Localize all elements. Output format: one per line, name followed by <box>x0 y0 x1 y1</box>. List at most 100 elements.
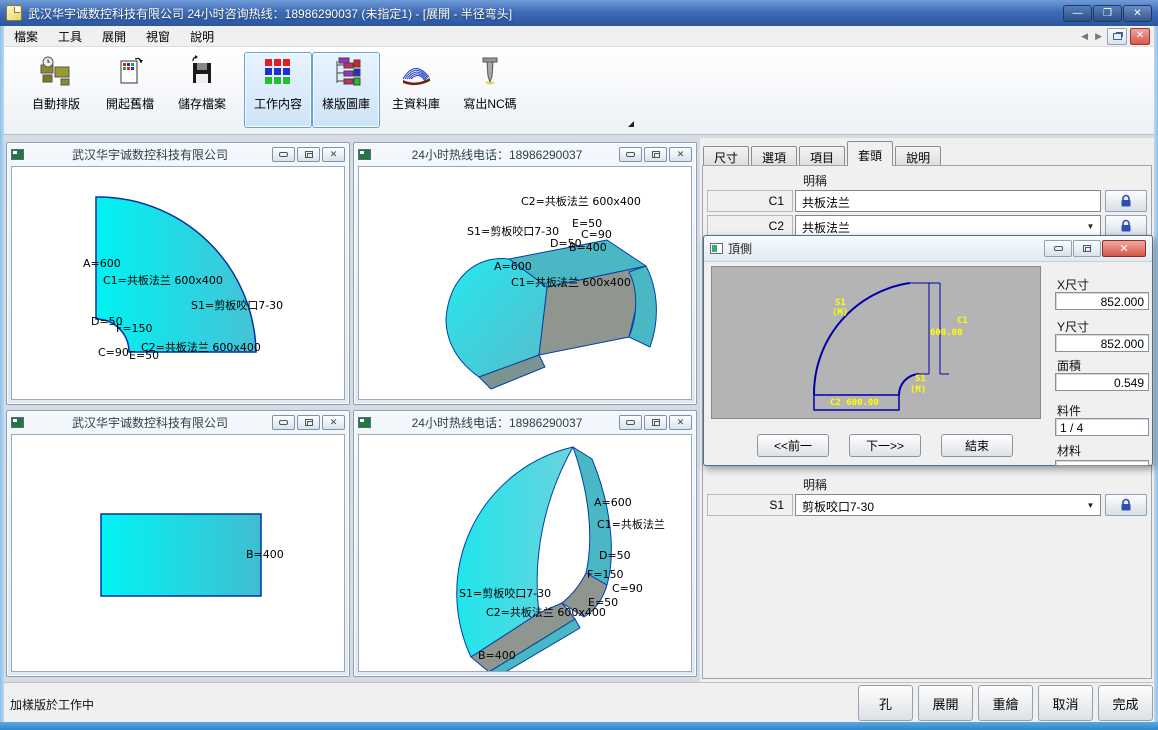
toolbar-main-database-button[interactable]: 主資料庫 <box>382 52 450 128</box>
dialog-maximize-button[interactable] <box>1073 240 1101 257</box>
close-icon: ✕ <box>1136 31 1144 41</box>
chevron-down-icon[interactable]: ▼ <box>1083 216 1098 236</box>
part-label: 料件 <box>1057 402 1081 419</box>
child-title-bar[interactable]: 武汉华宇诚数控科技有限公司 ✕ <box>7 411 349 433</box>
child-close-button[interactable]: ✕ <box>669 147 692 162</box>
toolbar-open-file-button[interactable]: 開起舊檔 <box>96 52 164 128</box>
tab-notes[interactable]: 說明 <box>895 146 941 166</box>
dialog-icon <box>710 243 723 254</box>
tab-options[interactable]: 選項 <box>751 146 797 166</box>
toolbar-label: 開起舊檔 <box>106 95 154 112</box>
dim-label: B=400 <box>569 241 607 254</box>
menu-unfold[interactable]: 展開 <box>92 25 136 48</box>
toolbar-overflow-icon[interactable] <box>628 121 634 127</box>
child-minimize-button[interactable] <box>619 415 642 430</box>
drawing-canvas[interactable]: A=600 C1=共板法兰 D=50 F=150 C=90 S1=剪板咬口7-3… <box>358 434 692 672</box>
dim-label: F=150 <box>116 322 153 335</box>
child-window-3d-tilted[interactable]: 24小时热线电话：18986290037 ✕ <box>353 142 697 405</box>
mdi-restore-button[interactable] <box>1107 28 1127 45</box>
drawing-canvas[interactable]: C2=共板法兰 600x400 S1=剪板咬口7-30 E=50 C=90 D=… <box>358 166 692 400</box>
dialog-title-bar[interactable]: 頂側 ✕ <box>704 236 1152 262</box>
tab-connectors[interactable]: 套頭 <box>847 141 893 166</box>
next-button[interactable]: 下一>> <box>849 434 921 457</box>
lock-icon <box>1119 219 1133 233</box>
save-file-icon <box>184 53 220 91</box>
c2-lock-button[interactable] <box>1105 215 1147 237</box>
child-title-bar[interactable]: 武汉华宇诚数控科技有限公司 ✕ <box>7 143 349 165</box>
toolbar-save-file-button[interactable]: 儲存檔案 <box>168 52 236 128</box>
dim-label: D=50 <box>599 549 631 562</box>
c2-dropdown[interactable]: 共板法兰 ▼ <box>795 215 1101 237</box>
toolbar-template-library-button[interactable]: 樣版圖庫 <box>312 52 380 128</box>
row-id-c1: C1 <box>707 190 793 212</box>
area-value: 0.549 <box>1055 373 1149 391</box>
work-content-icon <box>260 53 296 91</box>
s1-dropdown[interactable]: 剪板咬口7-30 ▼ <box>795 494 1101 516</box>
cancel-button[interactable]: 取消 <box>1038 685 1093 721</box>
nav-back-icon[interactable]: ◀ <box>1079 31 1090 42</box>
lock-icon <box>1119 194 1133 208</box>
child-title-bar[interactable]: 24小时热线电话：18986290037 ✕ <box>354 411 696 433</box>
menu-window[interactable]: 視窗 <box>136 25 180 48</box>
drawing-canvas[interactable]: B=400 <box>11 434 345 672</box>
seam-label: (M) <box>910 385 926 395</box>
child-window-3d-upright[interactable]: 24小时热线电话：18986290037 ✕ <box>353 410 697 677</box>
c1-value-field[interactable]: 共板法兰 <box>795 190 1101 212</box>
s1-lock-button[interactable] <box>1105 494 1147 516</box>
dim-label: C1=共板法兰 <box>597 516 665 532</box>
dim-label: C=90 <box>98 346 129 359</box>
dim-label: C1=共板法兰 600x400 <box>511 274 631 290</box>
main-database-icon <box>398 53 434 91</box>
unfold-button[interactable]: 展開 <box>918 685 973 721</box>
child-maximize-button[interactable] <box>297 415 320 430</box>
dialog-close-button[interactable]: ✕ <box>1102 240 1146 257</box>
document-icon <box>358 417 371 428</box>
nav-forward-icon[interactable]: ▶ <box>1093 31 1104 42</box>
top-side-dialog[interactable]: 頂側 ✕ <box>703 235 1153 466</box>
finish-button[interactable]: 結束 <box>941 434 1013 457</box>
child-window-flat-pattern[interactable]: 武汉华宇诚数控科技有限公司 ✕ A=600 C1=共板法 <box>6 142 350 405</box>
drawing-canvas[interactable]: A=600 C1=共板法兰 600x400 S1=剪板咬口7-30 D=50 F… <box>11 166 345 400</box>
child-close-button[interactable]: ✕ <box>669 415 692 430</box>
toolbar-write-nc-button[interactable]: 寫出NC碼 <box>456 52 524 128</box>
mdi-close-button[interactable]: ✕ <box>1130 28 1150 45</box>
child-maximize-button[interactable] <box>297 147 320 162</box>
previous-button[interactable]: <<前一 <box>757 434 829 457</box>
child-minimize-button[interactable] <box>619 147 642 162</box>
hole-button[interactable]: 孔 <box>858 685 913 721</box>
child-close-button[interactable]: ✕ <box>322 415 345 430</box>
tab-dimensions[interactable]: 尺寸 <box>703 146 749 166</box>
restore-icon <box>1113 33 1122 40</box>
menu-file[interactable]: 檔案 <box>4 25 48 48</box>
tab-bar: 尺寸 選項 項目 套頭 說明 <box>703 140 943 166</box>
mdi-workspace: 武汉华宇诚数控科技有限公司 ✕ A=600 C1=共板法 <box>4 135 1154 682</box>
child-title-bar[interactable]: 24小时热线电话：18986290037 ✕ <box>354 143 696 165</box>
maximize-button[interactable]: ❐ <box>1093 5 1122 22</box>
child-close-button[interactable]: ✕ <box>322 147 345 162</box>
chevron-down-icon[interactable]: ▼ <box>1083 495 1098 515</box>
menu-tools[interactable]: 工具 <box>48 25 92 48</box>
toolbar-work-content-button[interactable]: 工作内容 <box>244 52 312 128</box>
menu-bar: 檔案 工具 展開 視窗 說明 ◀ ▶ ✕ <box>4 26 1154 47</box>
child-maximize-button[interactable] <box>644 415 667 430</box>
child-minimize-button[interactable] <box>272 147 295 162</box>
dim-label: B=400 <box>246 548 284 561</box>
child-maximize-button[interactable] <box>644 147 667 162</box>
complete-button[interactable]: 完成 <box>1098 685 1153 721</box>
dim-label: A=600 <box>83 257 121 270</box>
close-button[interactable]: ✕ <box>1123 5 1152 22</box>
c1-lock-button[interactable] <box>1105 190 1147 212</box>
redraw-button[interactable]: 重繪 <box>978 685 1033 721</box>
child-window-rectangle[interactable]: 武汉华宇诚数控科技有限公司 ✕ B=400 <box>6 410 350 677</box>
menu-help[interactable]: 說明 <box>180 25 224 48</box>
dim-label: S1=剪板咬口7-30 <box>459 585 551 601</box>
minimize-button[interactable]: — <box>1063 5 1092 22</box>
preview-outline-drawing <box>712 267 1041 419</box>
child-minimize-button[interactable] <box>272 415 295 430</box>
toolbar-auto-layout-button[interactable]: 自動排版 <box>22 52 90 128</box>
dim-label: C1=共板法兰 600x400 <box>103 272 223 288</box>
section-header: 明稱 <box>803 172 827 189</box>
dialog-minimize-button[interactable] <box>1044 240 1072 257</box>
open-file-icon <box>112 53 148 91</box>
tab-items[interactable]: 項目 <box>799 146 845 166</box>
